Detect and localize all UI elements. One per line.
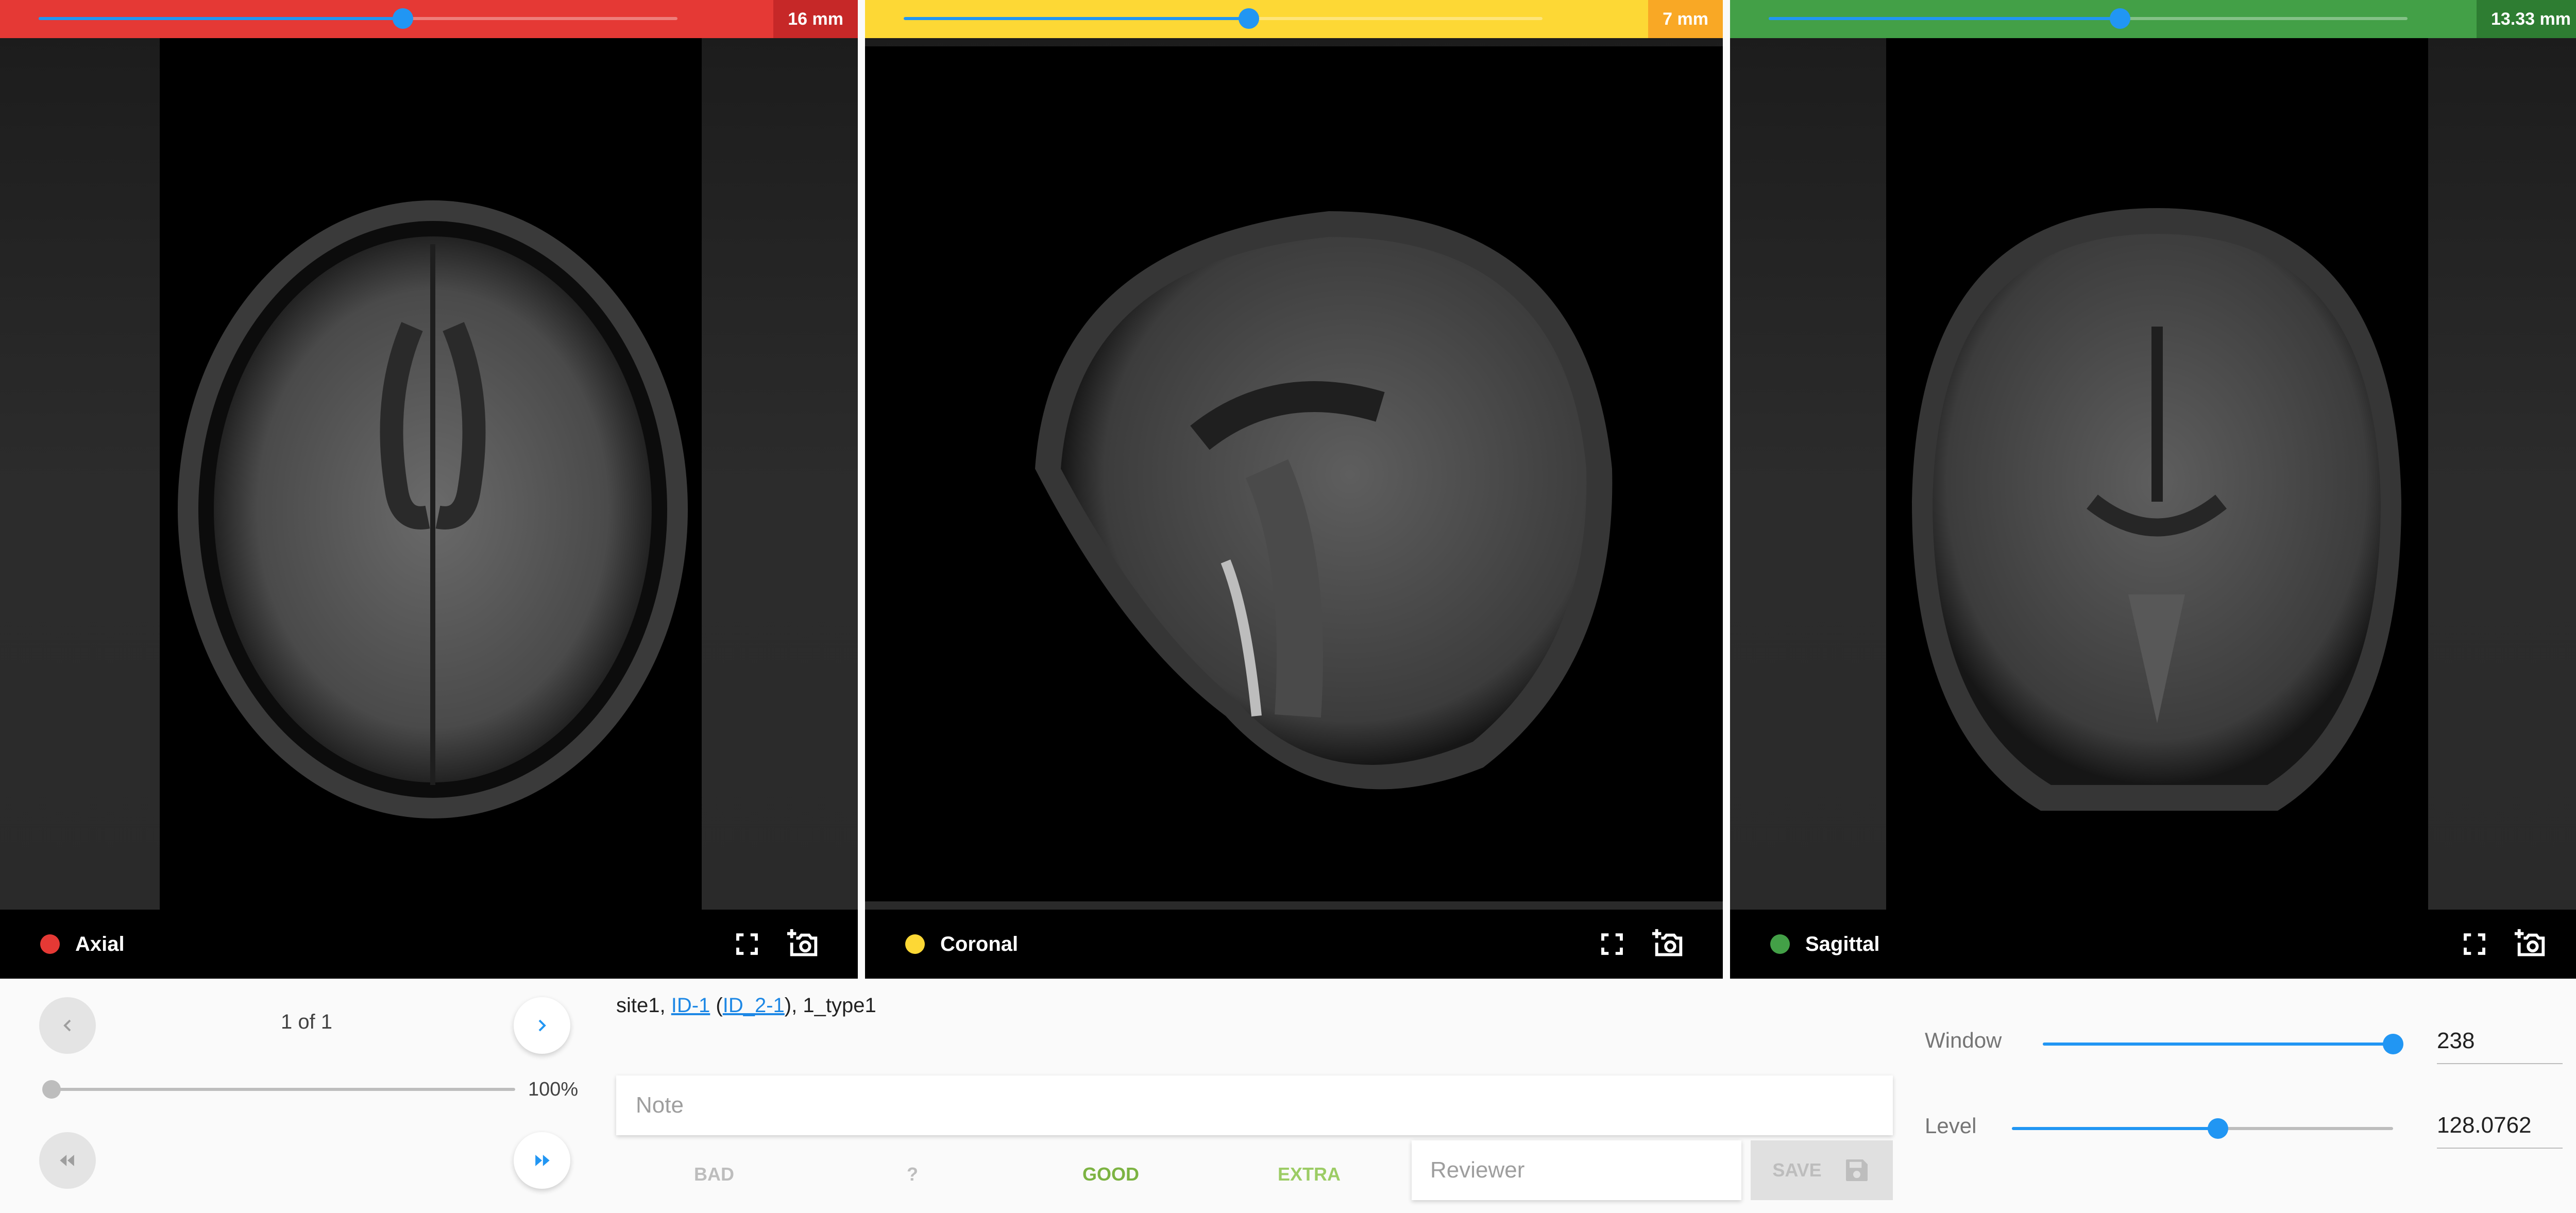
coronal-screenshot-button[interactable] [1646, 921, 1692, 967]
axial-slice-slider[interactable] [39, 8, 677, 29]
window-value: 238 [2437, 1028, 2475, 1053]
sagittal-slice-slider-fill [1769, 17, 2120, 20]
fast-forward-icon [535, 1155, 550, 1166]
fullscreen-icon [736, 933, 758, 955]
reviewer-placeholder: Reviewer [1430, 1157, 1525, 1183]
note-placeholder: Note [636, 1092, 684, 1118]
window-slider-fill [2043, 1043, 2393, 1046]
rating-unsure-label: ? [907, 1164, 918, 1185]
zoom-slider[interactable] [42, 1080, 515, 1099]
rewind-button[interactable] [39, 1132, 96, 1189]
axial-slice-bar: 16 mm [0, 0, 858, 38]
rating-bad-label: BAD [694, 1164, 734, 1185]
sagittal-view-label: Sagittal [1805, 932, 1880, 955]
rewind-icon [60, 1155, 74, 1166]
sagittal-color-dot [1770, 934, 1790, 954]
sagittal-slice-slider-knob[interactable] [2110, 8, 2130, 29]
sagittal-slice-bar: 13.33 mm [1730, 0, 2576, 38]
axial-slice-slider-fill [39, 17, 403, 20]
window-label: Window [1925, 1028, 2002, 1052]
rating-extra-button[interactable]: EXTRA [1209, 1143, 1410, 1205]
axial-view-label: Axial [75, 932, 125, 955]
sagittal-view[interactable]: 13.33 mm Sagittal [1730, 0, 2576, 979]
level-slider[interactable] [2012, 1118, 2393, 1139]
rating-extra-label: EXTRA [1277, 1164, 1341, 1185]
coronal-fullscreen-button[interactable] [1589, 921, 1635, 967]
level-label: Level [1925, 1114, 1977, 1138]
add-camera-icon [2514, 929, 2545, 956]
coronal-slice-slider-fill [904, 17, 1249, 20]
type-text: ), 1_type1 [784, 994, 876, 1017]
sagittal-slice-slider[interactable] [1769, 8, 2408, 29]
sagittal-view-footer: Sagittal [1730, 910, 2576, 979]
subject-info: site1, ID-1 (ID_2-1), 1_type1 [616, 994, 876, 1017]
note-field[interactable]: Note [616, 1075, 1893, 1135]
coronal-view-label: Coronal [940, 932, 1019, 955]
axial-screenshot-button[interactable] [781, 921, 827, 967]
coronal-color-dot [905, 934, 925, 954]
level-value-field[interactable]: 128.0762 [2437, 1103, 2563, 1149]
window-slider[interactable] [2043, 1034, 2403, 1054]
chevron-right-icon [538, 1019, 546, 1032]
save-label: SAVE [1772, 1159, 1822, 1181]
coronal-view[interactable]: 7 mm Coronal [865, 0, 1723, 979]
coronal-slice-slider-knob[interactable] [1238, 8, 1259, 29]
sagittal-mri-image[interactable] [1886, 38, 2428, 910]
add-camera-icon [1652, 929, 1683, 956]
page-counter: 1 of 1 [280, 1011, 333, 1033]
coronal-mri-image[interactable] [865, 46, 1723, 901]
axial-color-dot [40, 934, 60, 954]
sagittal-fullscreen-button[interactable] [2451, 921, 2498, 967]
rating-bad-button[interactable]: BAD [616, 1143, 812, 1205]
rating-good-label: GOOD [1082, 1164, 1139, 1185]
coronal-view-footer: Coronal [865, 910, 1723, 979]
zoom-value: 100% [528, 1079, 579, 1100]
window-slider-knob[interactable] [2383, 1034, 2403, 1054]
axial-fullscreen-button[interactable] [724, 921, 770, 967]
sagittal-screenshot-button[interactable] [2508, 921, 2554, 967]
fullscreen-icon [2464, 933, 2485, 955]
fast-forward-button[interactable] [514, 1132, 570, 1189]
subject-id-link[interactable]: ID-1 [671, 994, 710, 1017]
coronal-slice-bar: 7 mm [865, 0, 1723, 38]
sagittal-slice-position: 13.33 mm [2477, 0, 2576, 38]
coronal-slice-position: 7 mm [1648, 0, 1723, 38]
paren-open: ( [710, 994, 723, 1017]
add-camera-icon [787, 929, 818, 956]
rating-unsure-button[interactable]: ? [812, 1143, 1013, 1205]
level-slider-fill [2012, 1127, 2218, 1130]
axial-slice-position: 16 mm [773, 0, 858, 38]
axial-view[interactable]: 16 mm Axial [0, 0, 858, 979]
floppy-disk-icon [1845, 1159, 1868, 1181]
coronal-slice-slider[interactable] [904, 8, 1543, 29]
zoom-slider-knob[interactable] [42, 1080, 61, 1099]
next-button[interactable] [514, 997, 570, 1054]
chevron-left-icon [63, 1019, 71, 1032]
window-value-field[interactable]: 238 [2437, 1019, 2563, 1064]
session-id-link[interactable]: ID_2-1 [723, 994, 785, 1017]
previous-button[interactable] [39, 997, 96, 1054]
level-slider-knob[interactable] [2207, 1118, 2228, 1139]
axial-slice-slider-knob[interactable] [392, 8, 413, 29]
rating-good-button[interactable]: GOOD [1013, 1143, 1209, 1205]
axial-view-footer: Axial [0, 910, 858, 979]
reviewer-field[interactable]: Reviewer [1412, 1140, 1741, 1200]
level-value: 128.0762 [2437, 1113, 2532, 1138]
save-button[interactable]: SAVE [1751, 1140, 1893, 1200]
axial-mri-image[interactable] [160, 38, 702, 910]
site-text: site1, [616, 994, 671, 1017]
fullscreen-icon [1601, 933, 1623, 955]
